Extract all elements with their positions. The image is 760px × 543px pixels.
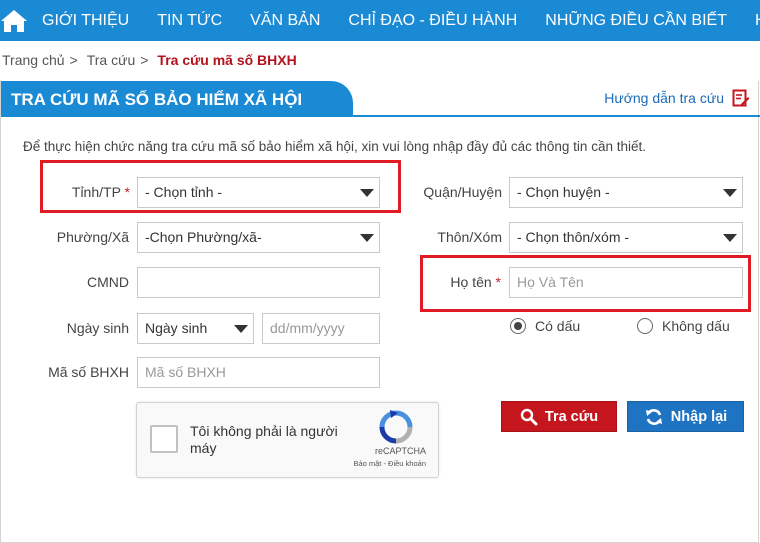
breadcrumb: Trang chủ > Tra cứu > Tra cứu mã số BHXH xyxy=(2,52,297,68)
panel-header: TRA CỨU MÃ SỐ BẢO HIỂM XÃ HỘI Hướng dẫn … xyxy=(1,81,760,117)
nav-item-news[interactable]: TIN TỨC xyxy=(143,0,236,41)
nav-item-need-to-know[interactable]: NHỮNG ĐIỀU CẦN BIẾT xyxy=(531,0,741,41)
refresh-icon xyxy=(645,408,662,425)
home-button[interactable] xyxy=(0,0,28,41)
ward-select[interactable]: -Chọn Phường/xã- xyxy=(137,222,380,253)
home-icon xyxy=(1,9,27,32)
ward-label: Phường/Xã xyxy=(56,229,129,245)
breadcrumb-home[interactable]: Trang chủ xyxy=(2,52,65,68)
chevron-down-icon xyxy=(723,234,737,242)
radio-unselected-icon xyxy=(637,318,653,334)
hamlet-select-value: - Chọn thôn/xóm - xyxy=(517,229,630,245)
district-select[interactable]: - Chọn huyện - xyxy=(509,177,743,208)
search-button[interactable]: Tra cứu xyxy=(501,401,617,432)
radio-with-accent-label: Có dấu xyxy=(535,318,581,334)
highlight-box-province xyxy=(40,160,401,213)
recaptcha-links[interactable]: Bảo mật - Điều khoản xyxy=(353,459,426,468)
radio-without-accent-label: Không dấu xyxy=(662,318,730,334)
intro-text: Để thực hiện chức năng tra cứu mã số bảo… xyxy=(23,139,646,154)
reset-button[interactable]: Nhập lại xyxy=(627,401,744,432)
nav-item-about[interactable]: GIỚI THIỆU xyxy=(28,0,143,41)
bhxh-code-label: Mã số BHXH xyxy=(48,364,129,380)
dob-type-select[interactable]: Ngày sinh xyxy=(137,313,254,344)
recaptcha-label: Tôi không phải là người máy xyxy=(190,423,338,456)
hamlet-select[interactable]: - Chọn thôn/xóm - xyxy=(509,222,743,253)
radio-without-accent[interactable]: Không dấu xyxy=(637,318,730,334)
panel-title: TRA CỨU MÃ SỐ BẢO HIỂM XÃ HỘI xyxy=(1,81,353,117)
dob-date-input[interactable]: dd/mm/yyyy xyxy=(262,313,380,344)
district-label: Quận/Huyện xyxy=(423,184,502,200)
radio-with-accent[interactable]: Có dấu xyxy=(510,318,580,334)
search-icon xyxy=(520,408,538,425)
breadcrumb-separator: > xyxy=(69,52,78,68)
nav-item-more[interactable]: HỎ xyxy=(741,0,760,41)
chevron-down-icon xyxy=(723,189,737,197)
search-button-label: Tra cứu xyxy=(544,408,599,425)
bhxh-code-input[interactable]: Mã số BHXH xyxy=(137,357,380,388)
breadcrumb-current: Tra cứu mã số BHXH xyxy=(157,52,297,68)
guide-link[interactable]: Hướng dẫn tra cứu xyxy=(604,89,750,107)
breadcrumb-separator: > xyxy=(140,52,149,68)
highlight-box-full-name xyxy=(420,255,751,312)
guide-link-label: Hướng dẫn tra cứu xyxy=(604,90,724,106)
id-card-input[interactable] xyxy=(137,267,380,298)
top-navigation: GIỚI THIỆU TIN TỨC VĂN BẢN CHỈ ĐẠO - ĐIỀ… xyxy=(0,0,760,41)
dob-label: Ngày sinh xyxy=(66,320,129,336)
recaptcha-logo-icon xyxy=(379,410,413,444)
recaptcha-brand: reCAPTCHA xyxy=(374,446,426,456)
nav-item-documents[interactable]: VĂN BẢN xyxy=(236,0,334,41)
district-select-value: - Chọn huyện - xyxy=(517,184,610,200)
nav-item-direction[interactable]: CHỈ ĐẠO - ĐIỀU HÀNH xyxy=(334,0,531,41)
radio-selected-icon xyxy=(510,318,526,334)
recaptcha-checkbox[interactable] xyxy=(150,425,178,453)
dob-type-select-value: Ngày sinh xyxy=(145,320,208,336)
reset-button-label: Nhập lại xyxy=(670,408,728,425)
breadcrumb-section[interactable]: Tra cứu xyxy=(87,52,136,68)
ward-select-value: -Chọn Phường/xã- xyxy=(145,229,262,245)
id-card-label: CMND xyxy=(87,274,129,290)
hamlet-label: Thôn/Xóm xyxy=(437,229,502,245)
chevron-down-icon xyxy=(360,234,374,242)
recaptcha-widget: Tôi không phải là người máy reCAPTCHA Bả… xyxy=(136,402,439,478)
edit-document-icon xyxy=(732,89,750,107)
chevron-down-icon xyxy=(234,325,248,333)
